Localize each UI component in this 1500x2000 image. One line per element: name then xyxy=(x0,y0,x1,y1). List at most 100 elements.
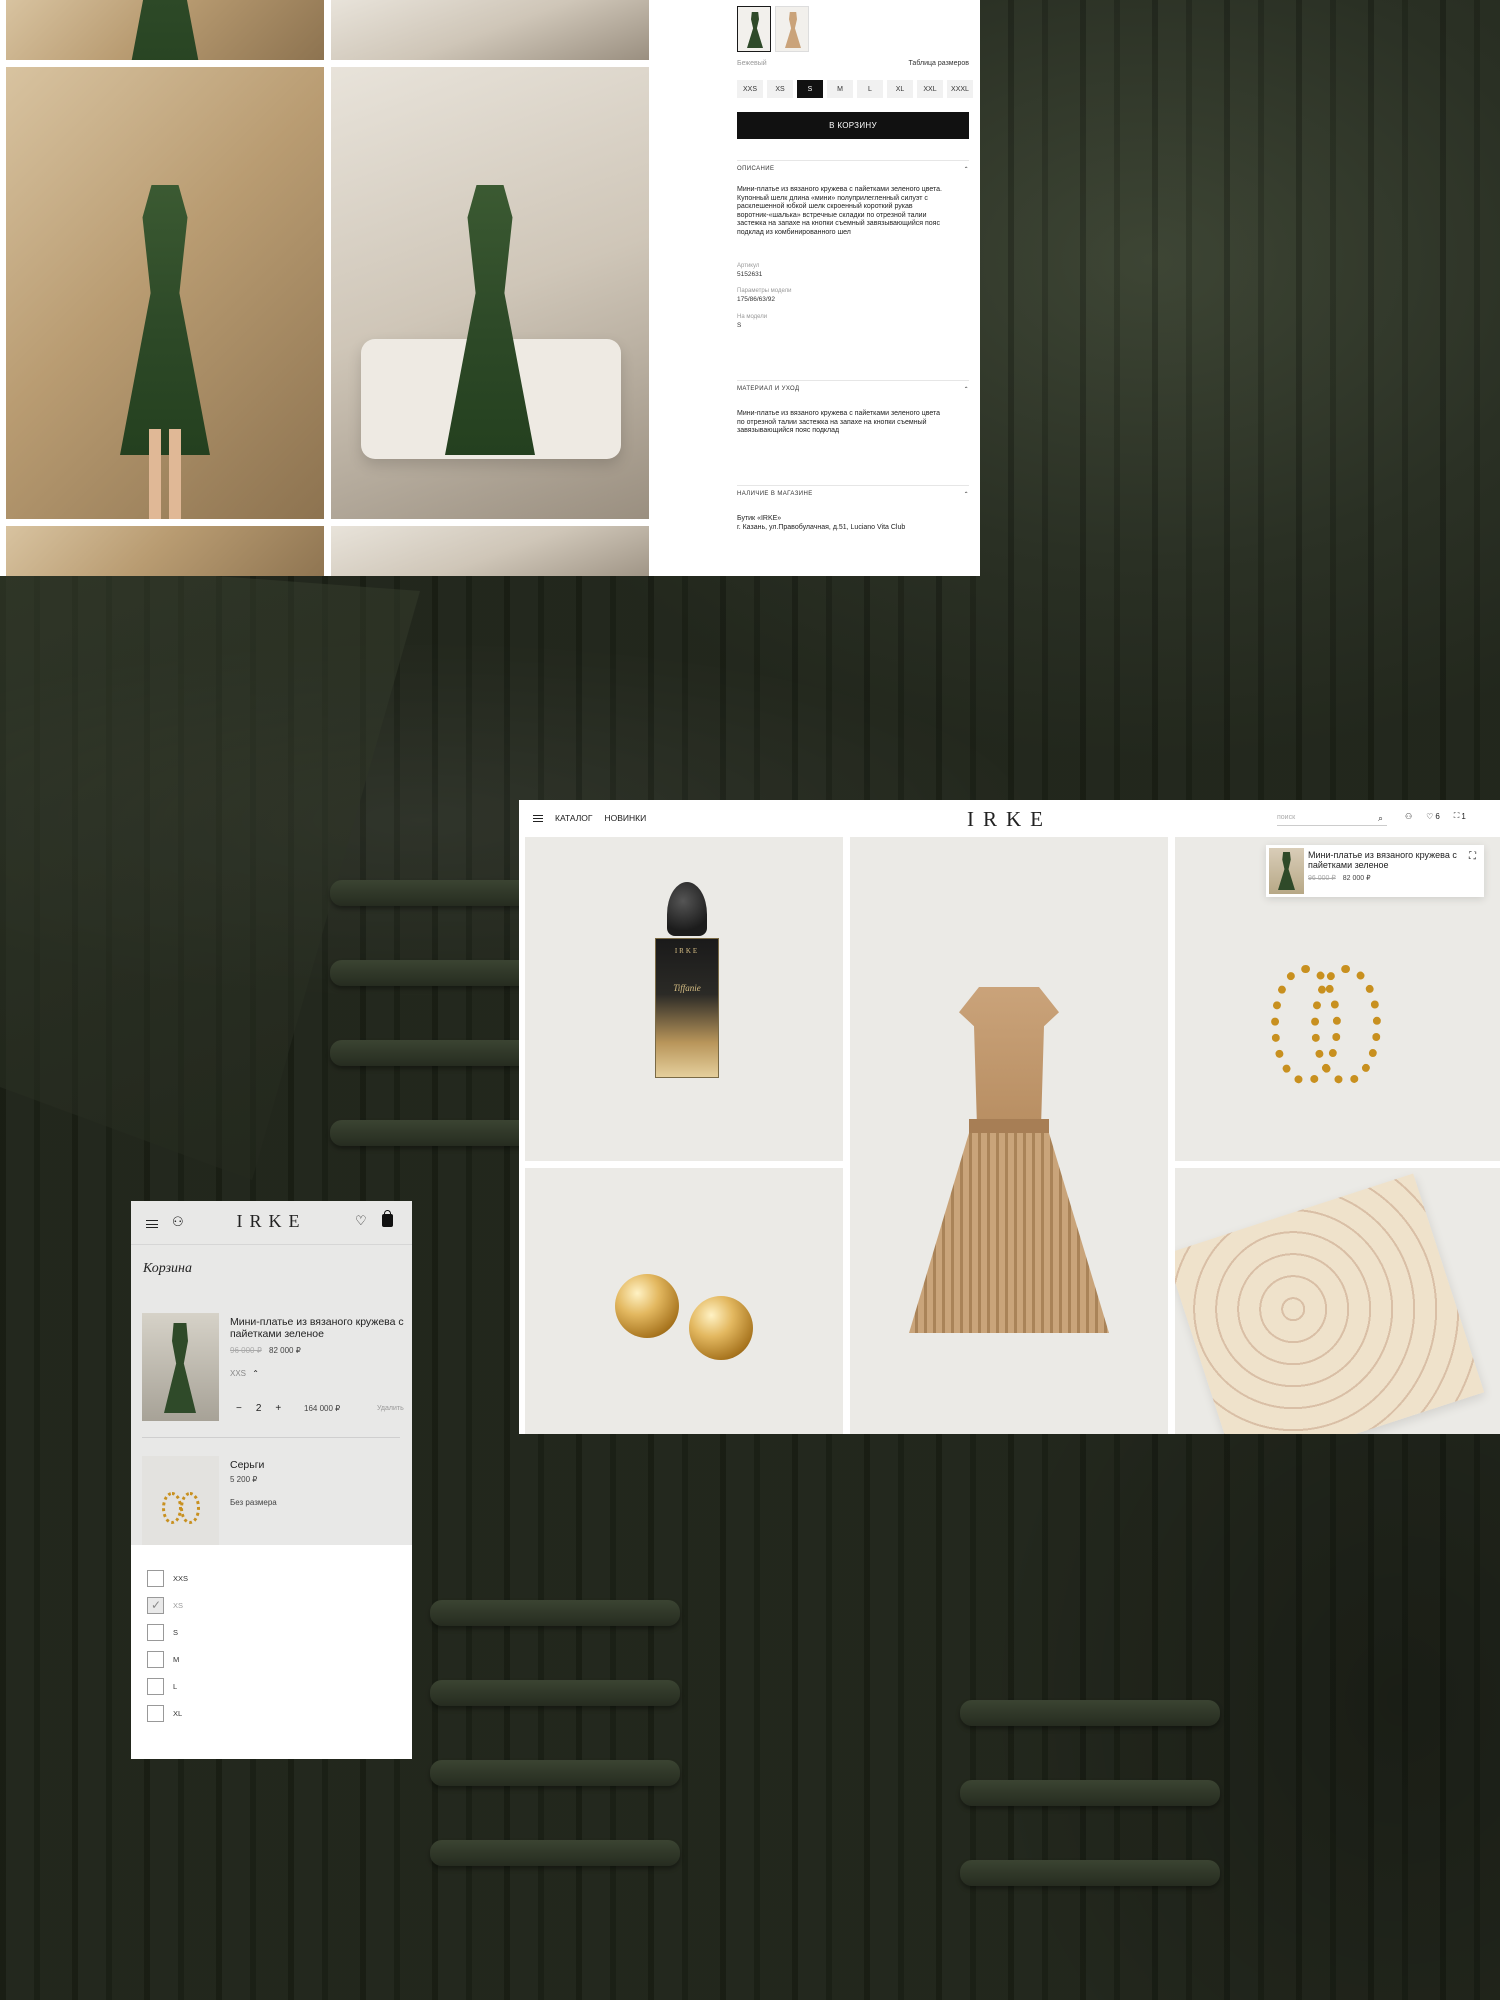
increment-button[interactable]: + xyxy=(275,1403,281,1414)
checkbox[interactable] xyxy=(147,1651,164,1668)
decrement-button[interactable]: − xyxy=(236,1403,242,1414)
mini-cart-price: 82 000 ₽ xyxy=(1342,875,1371,882)
brand-logo[interactable]: IRKE xyxy=(967,807,1052,832)
size-label: M xyxy=(173,1655,180,1664)
quantity-stepper: − 2 + xyxy=(236,1403,281,1414)
quantity-value: 2 xyxy=(255,1403,262,1414)
remove-item-button[interactable]: Удалить xyxy=(377,1405,404,1412)
menu-icon[interactable] xyxy=(146,1220,158,1228)
heart-icon[interactable]: ♡ xyxy=(355,1213,367,1229)
availability-accordion[interactable]: НАЛИЧИЕ В МАГАЗИНЕ ⌃ xyxy=(737,485,969,499)
size-option-selected[interactable]: S xyxy=(797,80,823,98)
size-chart-link[interactable]: Таблица размеров xyxy=(908,60,969,67)
size-selector: XXS XS S M L XL XXL XXXL xyxy=(737,80,973,98)
perfume-label: IRKE xyxy=(674,947,700,955)
cart-item-name[interactable]: Мини-платье из вязаного кружева с пайетк… xyxy=(230,1316,412,1340)
product-photo[interactable] xyxy=(331,0,649,60)
product-tile-ball-earrings[interactable] xyxy=(525,1168,843,1434)
fabric-pleat xyxy=(960,1780,1220,1806)
cart-item-total: 164 000 ₽ xyxy=(304,1404,341,1413)
size-option[interactable]: L xyxy=(857,80,883,98)
product-detail-panel: Бежевый Таблица размеров XXS XS S M L XL… xyxy=(0,0,980,576)
cart-title: Корзина xyxy=(143,1261,192,1276)
swatch-green[interactable] xyxy=(737,6,771,52)
fabric-collar xyxy=(0,560,420,1180)
model-params-value: 175/86/63/92 xyxy=(737,296,775,303)
size-checkbox-option[interactable]: M xyxy=(147,1646,188,1673)
nav-catalog[interactable]: КАТАЛОГ xyxy=(555,813,593,823)
store-address: г. Казань, ул.Правобулачная, д.51, Lucia… xyxy=(737,524,906,531)
product-photo[interactable] xyxy=(6,0,324,60)
nav-new-arrivals[interactable]: НОВИНКИ xyxy=(605,813,647,823)
availability-title: НАЛИЧИЕ В МАГАЗИНЕ xyxy=(737,491,813,497)
product-photo[interactable] xyxy=(6,526,324,576)
article-value: 5152631 xyxy=(737,271,763,278)
cart-item-size-dropdown[interactable]: XXS ⌃ xyxy=(230,1369,259,1378)
description-text: Мини-платье из вязаного кружева с пайетк… xyxy=(737,186,942,236)
size-option[interactable]: XXXL xyxy=(947,80,973,98)
size-option[interactable]: XXL xyxy=(917,80,943,98)
cart-item-thumbnail[interactable] xyxy=(142,1313,219,1421)
cart-item-name[interactable]: Серьги xyxy=(230,1459,412,1471)
perfume-script: Tiffanie xyxy=(673,983,701,993)
cart-item-thumbnail[interactable] xyxy=(142,1456,219,1545)
store-name: Бутик «IRKE» xyxy=(737,515,782,522)
product-tile-scarf[interactable] xyxy=(1175,1168,1500,1434)
chevron-up-icon: ⌃ xyxy=(963,167,969,173)
checkbox-checked[interactable] xyxy=(147,1597,164,1614)
search-placeholder: поиск xyxy=(1277,814,1296,821)
size-label: XXS xyxy=(173,1574,189,1583)
color-label: Бежевый xyxy=(737,60,767,67)
material-accordion[interactable]: МАТЕРИАЛ И УХОД ⌃ xyxy=(737,380,969,394)
size-label: XS xyxy=(173,1601,184,1610)
size-checkbox-option[interactable]: S xyxy=(147,1619,188,1646)
user-icon[interactable]: ⚇ xyxy=(172,1214,184,1230)
checkbox[interactable] xyxy=(147,1570,164,1587)
cart-item-price: 82 000 ₽ xyxy=(269,1346,301,1355)
fabric-pleat xyxy=(960,1860,1220,1886)
search-input[interactable]: поиск ⌕ xyxy=(1277,812,1387,826)
swatch-beige[interactable] xyxy=(775,6,809,52)
size-checkbox-option[interactable]: XL xyxy=(147,1700,188,1727)
checkbox[interactable] xyxy=(147,1678,164,1695)
size-label: XL xyxy=(173,1709,183,1718)
cart-item-size: Без размера xyxy=(230,1498,277,1507)
size-filter-list: XXS XS S M L XL xyxy=(147,1565,188,1727)
menu-icon[interactable] xyxy=(533,814,543,822)
size-checkbox-option[interactable]: XXS xyxy=(147,1565,188,1592)
description-title: ОПИСАНИЕ xyxy=(737,166,775,172)
bag-icon[interactable] xyxy=(382,1210,393,1227)
brand-logo[interactable]: IRKE xyxy=(237,1211,307,1232)
color-swatches xyxy=(737,6,809,52)
site-header: КАТАЛОГ НОВИНКИ IRKE поиск ⌕ ⚇ ♡ 6 ⛶ 1 xyxy=(519,800,1500,837)
size-label: L xyxy=(173,1682,178,1691)
product-photo[interactable] xyxy=(331,67,649,519)
description-accordion[interactable]: ОПИСАНИЕ ⌃ xyxy=(737,160,969,174)
size-option[interactable]: XL xyxy=(887,80,913,98)
mini-cart-popup[interactable]: Мини-платье из вязаного кружева с пайетк… xyxy=(1266,845,1484,897)
add-to-cart-button[interactable]: В КОРЗИНУ xyxy=(737,112,969,139)
fabric-pleat xyxy=(430,1840,680,1866)
user-icon[interactable]: ⚇ xyxy=(1405,812,1412,821)
product-photo[interactable] xyxy=(6,67,324,519)
wishlist-button[interactable]: ♡ 6 xyxy=(1426,812,1440,821)
size-checkbox-option[interactable]: XS xyxy=(147,1592,188,1619)
mobile-header: ⚇ IRKE ♡ xyxy=(131,1201,412,1245)
product-photo[interactable] xyxy=(331,526,649,576)
cart-item-old-price: 96 000 ₽ xyxy=(230,1346,262,1355)
checkbox[interactable] xyxy=(147,1705,164,1722)
checkbox[interactable] xyxy=(147,1624,164,1641)
product-tile-perfume[interactable]: IRKE Tiffanie xyxy=(525,837,843,1161)
heart-icon: ♡ xyxy=(1426,811,1434,821)
bag-icon[interactable]: ⛶ xyxy=(1469,851,1476,862)
chevron-up-icon: ⌃ xyxy=(963,387,969,393)
cart-button[interactable]: ⛶ 1 xyxy=(1454,811,1466,821)
on-model-value: S xyxy=(737,322,742,329)
size-option[interactable]: XXS xyxy=(737,80,763,98)
size-option[interactable]: XS xyxy=(767,80,793,98)
product-tile-beige-dress[interactable] xyxy=(850,837,1168,1434)
search-icon[interactable]: ⌕ xyxy=(1378,813,1383,824)
on-model-label: На модели xyxy=(737,314,768,320)
size-checkbox-option[interactable]: L xyxy=(147,1673,188,1700)
size-option[interactable]: M xyxy=(827,80,853,98)
